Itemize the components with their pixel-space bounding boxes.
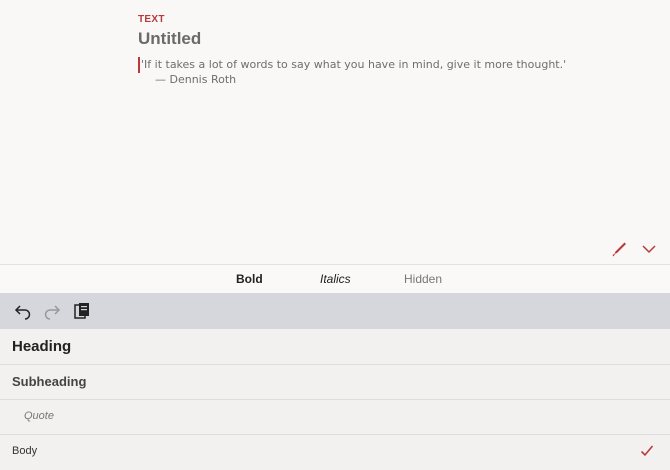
style-label: Quote: [24, 410, 54, 422]
bold-button[interactable]: Bold: [236, 272, 263, 286]
style-heading[interactable]: Heading: [0, 329, 670, 365]
style-quote[interactable]: Quote: [0, 399, 670, 435]
paste-icon[interactable]: [73, 302, 91, 320]
edit-toolbar: [0, 293, 670, 329]
style-label: Heading: [12, 338, 72, 355]
style-body[interactable]: Body: [0, 434, 670, 469]
document-title[interactable]: Untitled: [138, 29, 201, 49]
hidden-button[interactable]: Hidden: [404, 272, 442, 286]
text-cursor: [138, 57, 140, 73]
undo-icon[interactable]: [14, 302, 32, 320]
italics-button[interactable]: Italics: [320, 272, 351, 286]
quote-attribution[interactable]: — Dennis Roth: [155, 73, 236, 86]
style-label: Subheading: [12, 374, 87, 389]
style-subheading[interactable]: Subheading: [0, 364, 670, 400]
format-bar: Bold Italics Hidden: [0, 264, 670, 294]
quote-text[interactable]: 'If it takes a lot of words to say what …: [141, 58, 566, 71]
redo-icon[interactable]: [43, 302, 61, 320]
style-label: Body: [12, 445, 38, 457]
element-type-label: TEXT: [138, 14, 165, 25]
chevron-down-icon[interactable]: [641, 243, 657, 255]
paragraph-style-list: Heading Subheading Quote Body: [0, 329, 670, 470]
checkmark-icon: [640, 445, 654, 457]
pen-icon[interactable]: [611, 241, 627, 257]
editor-area[interactable]: TEXT Untitled 'If it takes a lot of word…: [0, 0, 670, 264]
